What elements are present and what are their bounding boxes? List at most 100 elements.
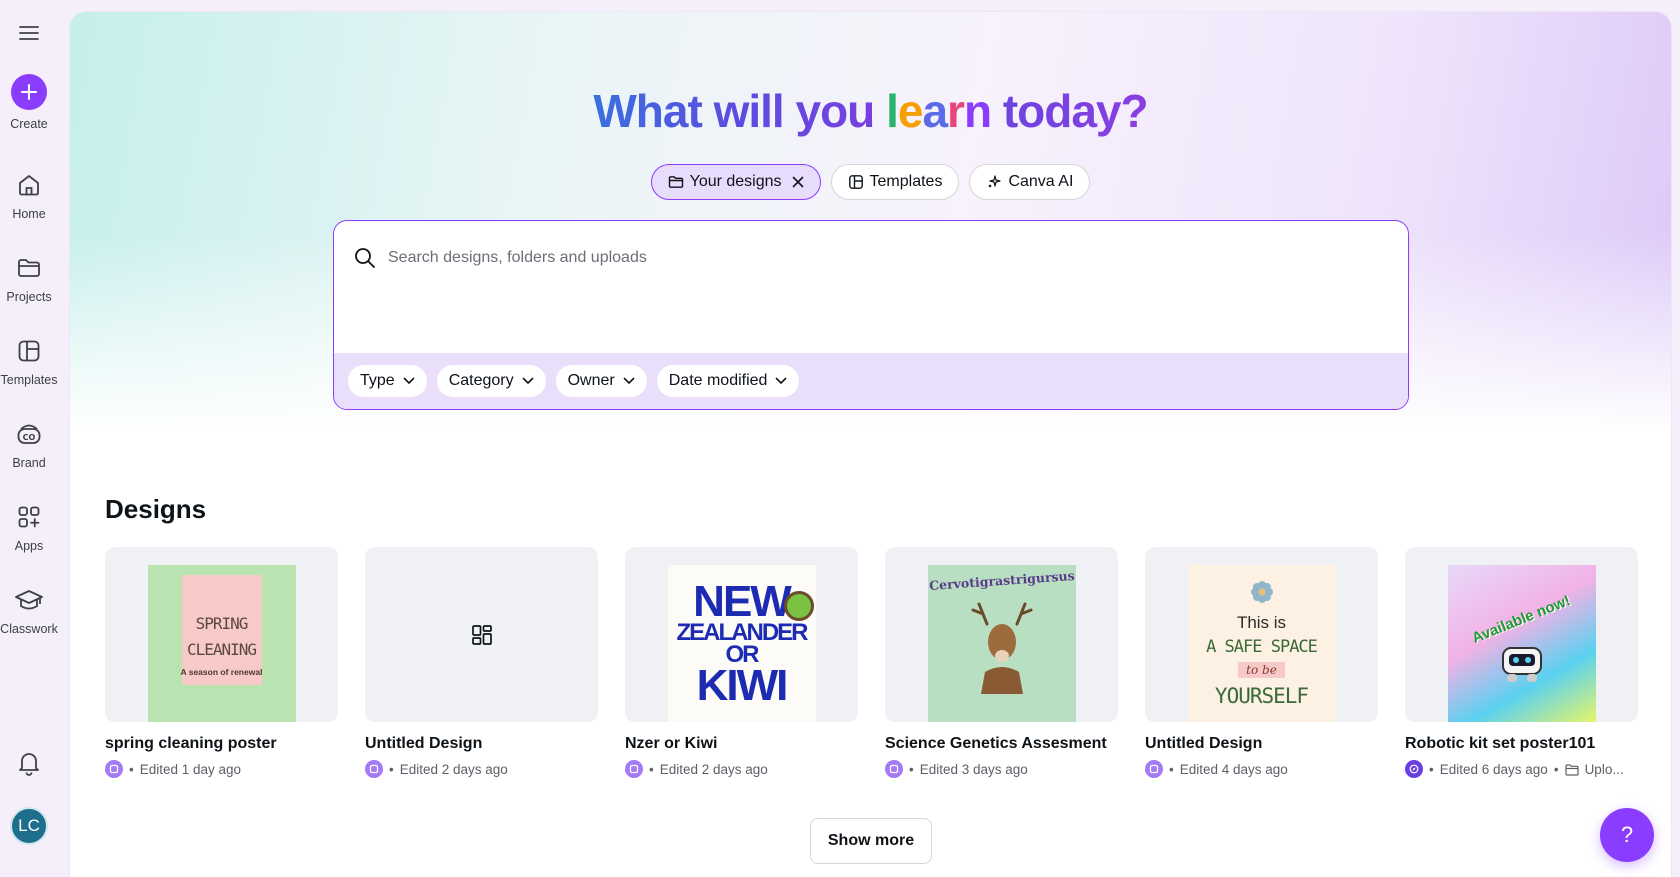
design-thumbnail: Cervotigrastrigursus — [885, 547, 1118, 722]
templates-icon — [848, 175, 863, 189]
filter-owner[interactable]: Owner — [555, 365, 647, 397]
chevron-down-icon — [403, 377, 414, 384]
poster-text: YOURSELF — [1214, 684, 1309, 708]
sidebar-item-label: Projects — [6, 290, 52, 304]
deer-illustration-icon — [971, 602, 1032, 694]
design-card[interactable]: Untitled Design • Edited 2 days ago — [365, 547, 598, 778]
edited-time: Edited 1 day ago — [139, 761, 242, 777]
chip-label: Your designs — [689, 173, 782, 190]
svg-text:CO: CO — [23, 433, 36, 442]
sidebar-item-label: Templates — [0, 373, 58, 387]
design-type-icon — [105, 760, 123, 778]
design-type-icon — [885, 760, 903, 778]
poster-preview: SPRING CLEANING A season of renewal — [147, 565, 296, 722]
show-more-button[interactable]: Show more — [810, 818, 932, 864]
search-scope-chips: Your designs Templates Canva AI — [70, 164, 1671, 200]
design-card[interactable]: Available now! Robotic kit set poster101… — [1405, 547, 1638, 778]
sidebar-item-templates[interactable]: Templates — [0, 336, 58, 402]
folder-icon — [14, 253, 44, 283]
poster-text: Available now! — [1469, 592, 1574, 647]
search-icon — [355, 248, 375, 268]
design-meta: • Edited 6 days ago • Uplo... — [1405, 760, 1638, 778]
search-box: Type Category Owner Date modified — [333, 220, 1409, 410]
design-meta: • Edited 3 days ago — [885, 760, 1118, 778]
design-title[interactable]: Science Genetics Assesment — [885, 735, 1118, 753]
filter-category[interactable]: Category — [436, 365, 546, 397]
compass-icon — [1405, 760, 1423, 778]
sidebar-item-label: Home — [12, 207, 46, 221]
chevron-down-icon — [776, 377, 787, 384]
design-meta: • Edited 2 days ago — [365, 760, 598, 778]
robot-icon — [1501, 647, 1542, 682]
folder-icon — [1564, 763, 1579, 776]
filter-date-modified[interactable]: Date modified — [656, 365, 800, 397]
filter-type[interactable]: Type — [348, 365, 427, 397]
sidebar-item-classwork[interactable]: Classwork — [0, 585, 58, 651]
design-thumbnail: NEW ZEALANDER OR KIWI — [625, 547, 858, 722]
help-button[interactable]: ? — [1600, 808, 1654, 862]
sidebar: Create Home Projects Templates CO Brand … — [0, 0, 70, 877]
design-placeholder-icon — [471, 624, 492, 645]
poster-text: CLEANING — [186, 639, 257, 659]
poster-text: Cervotigrastrigursus — [928, 567, 1075, 594]
poster-text: This is — [1236, 613, 1287, 632]
edited-time: Edited 3 days ago — [919, 761, 1028, 777]
create-label: Create — [10, 117, 48, 131]
create-button[interactable] — [11, 74, 47, 110]
menu-icon[interactable] — [16, 20, 42, 46]
search-input[interactable] — [388, 249, 1288, 267]
design-card[interactable]: SPRING CLEANING A season of renewal spri… — [105, 547, 338, 778]
design-meta: • Edited 2 days ago — [625, 760, 858, 778]
design-title[interactable]: spring cleaning poster — [105, 735, 338, 753]
poster-text: A season of renewal — [180, 666, 263, 677]
chip-label: Templates — [869, 173, 943, 190]
design-meta: • Edited 4 days ago — [1145, 760, 1378, 778]
filter-label: Owner — [567, 372, 615, 389]
filter-label: Type — [360, 372, 395, 389]
poster-preview: Available now! — [1447, 565, 1596, 722]
design-type-icon — [1145, 760, 1163, 778]
notifications-button[interactable] — [14, 748, 44, 778]
brand-icon: CO — [14, 419, 44, 449]
sidebar-item-projects[interactable]: Projects — [0, 253, 58, 319]
designs-heading: Designs — [105, 494, 207, 524]
poster-preview: Cervotigrastrigursus — [927, 565, 1076, 722]
chip-label: Canva AI — [1008, 173, 1074, 190]
design-title[interactable]: Robotic kit set poster101 — [1405, 735, 1638, 753]
poster-preview: NEW ZEALANDER OR KIWI — [667, 565, 816, 722]
edited-time: Edited 6 days ago — [1439, 761, 1548, 777]
poster-text: KIWI — [696, 660, 789, 710]
chevron-down-icon — [623, 377, 635, 384]
templates-icon — [14, 336, 44, 366]
page-title: What will you learn today? — [593, 85, 1148, 137]
home-icon — [14, 170, 44, 200]
kiwi-fruit-icon — [783, 591, 814, 621]
filter-label: Date modified — [668, 372, 768, 389]
sidebar-item-brand[interactable]: CO Brand — [0, 419, 58, 485]
chip-templates[interactable]: Templates — [830, 164, 960, 200]
avatar[interactable]: LC — [10, 807, 48, 845]
sidebar-item-label: Apps — [14, 539, 44, 553]
sidebar-item-apps[interactable]: Apps — [0, 502, 58, 568]
sidebar-item-home[interactable]: Home — [0, 170, 58, 236]
design-title[interactable]: Nzer or Kiwi — [625, 735, 858, 753]
folder-label[interactable]: Uplo... — [1585, 762, 1624, 777]
design-title[interactable]: Untitled Design — [365, 735, 598, 753]
flower-icon — [1250, 581, 1273, 603]
design-card[interactable]: This is A SAFE SPACE to be YOURSELF Unti… — [1145, 547, 1378, 778]
sidebar-item-label: Classwork — [0, 622, 58, 636]
design-card[interactable]: Cervotigrastrigursus Science Genetics As… — [885, 547, 1118, 778]
poster-text: NEW — [693, 576, 792, 626]
poster-preview: This is A SAFE SPACE to be YOURSELF — [1187, 565, 1336, 722]
design-card[interactable]: NEW ZEALANDER OR KIWI Nzer or Kiwi • Edi… — [625, 547, 858, 778]
chip-canva-ai[interactable]: Canva AI — [969, 164, 1091, 200]
design-thumbnail: Available now! — [1405, 547, 1638, 722]
chevron-down-icon — [522, 377, 533, 384]
edited-time: Edited 4 days ago — [1179, 761, 1288, 777]
design-title[interactable]: Untitled Design — [1145, 735, 1378, 753]
designs-grid: SPRING CLEANING A season of renewal spri… — [105, 547, 1638, 778]
plus-icon — [21, 84, 37, 100]
close-icon[interactable] — [792, 176, 804, 188]
chip-your-designs[interactable]: Your designs — [650, 164, 821, 200]
poster-text: to be — [1238, 662, 1285, 678]
